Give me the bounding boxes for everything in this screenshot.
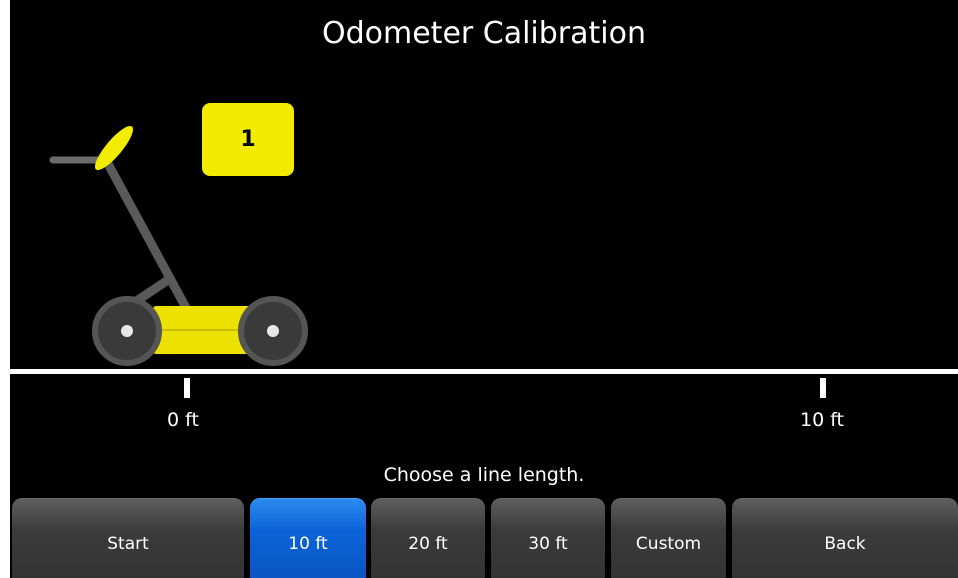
end-distance-label: 10 ft (799, 409, 845, 431)
page-title: Odometer Calibration (321, 16, 646, 51)
button-bar: Start 10 ft 20 ft 30 ft Custom Back (10, 498, 958, 578)
start-button[interactable]: Start (12, 498, 244, 578)
length-30ft-label: 30 ft (528, 533, 568, 554)
instruction-text: Choose a line length. (383, 464, 585, 486)
start-distance-label: 0 ft (167, 409, 199, 431)
end-tick (820, 378, 826, 398)
start-tick (184, 378, 190, 398)
calibration-screen: Odometer Calibration 1 0 ft 10 ft Choose… (10, 0, 958, 578)
custom-length-button[interactable]: Custom (611, 498, 726, 578)
custom-length-label: Custom (635, 533, 702, 554)
length-30ft-button[interactable]: 30 ft (491, 498, 605, 578)
length-10ft-button[interactable]: 10 ft (250, 498, 366, 578)
start-button-label: Start (107, 533, 149, 554)
ground-line (10, 369, 958, 374)
back-button[interactable]: Back (732, 498, 958, 578)
gpr-cart-icon (49, 125, 308, 366)
length-20ft-button[interactable]: 20 ft (371, 498, 485, 578)
length-20ft-label: 20 ft (408, 533, 448, 554)
back-button-label: Back (824, 533, 866, 554)
length-10ft-label: 10 ft (288, 533, 328, 554)
